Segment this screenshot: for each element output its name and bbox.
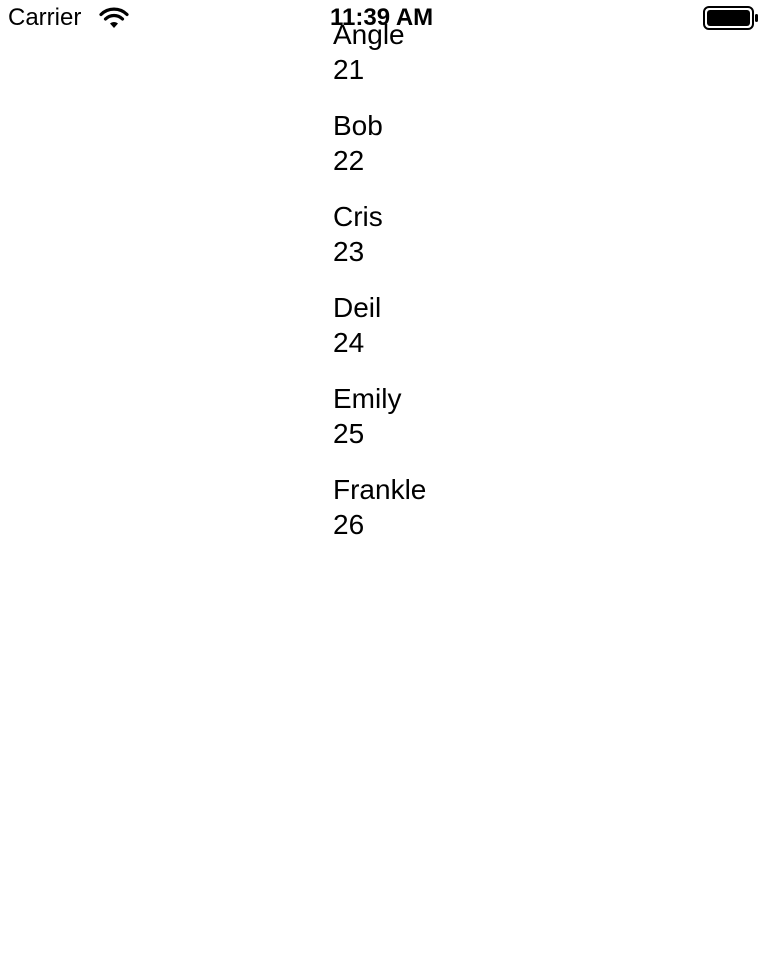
- list-item: Cris 23: [333, 199, 426, 290]
- person-age: 26: [333, 509, 365, 540]
- people-list: Angle 21 Bob 22 Cris 23 Deil 24 Emily 25…: [333, 17, 426, 563]
- person-age: 21: [333, 54, 365, 85]
- person-age: 23: [333, 236, 365, 267]
- list-item: Deil 24: [333, 290, 426, 381]
- person-name: Deil: [333, 292, 382, 323]
- person-name: Emily: [333, 383, 402, 414]
- wifi-icon: [99, 7, 129, 28]
- carrier-label: Carrier: [8, 4, 82, 31]
- battery-icon: [703, 6, 758, 30]
- list-item: Angle 21: [333, 17, 426, 108]
- person-name: Bob: [333, 110, 383, 141]
- person-name: Angle: [333, 19, 405, 50]
- list-item: Frankle 26: [333, 472, 426, 563]
- person-age: 24: [333, 327, 365, 358]
- person-age: 22: [333, 145, 365, 176]
- list-item: Emily 25: [333, 381, 426, 472]
- person-name: Frankle: [333, 474, 427, 505]
- person-name: Cris: [333, 201, 383, 232]
- person-age: 25: [333, 418, 365, 449]
- list-item: Bob 22: [333, 108, 426, 199]
